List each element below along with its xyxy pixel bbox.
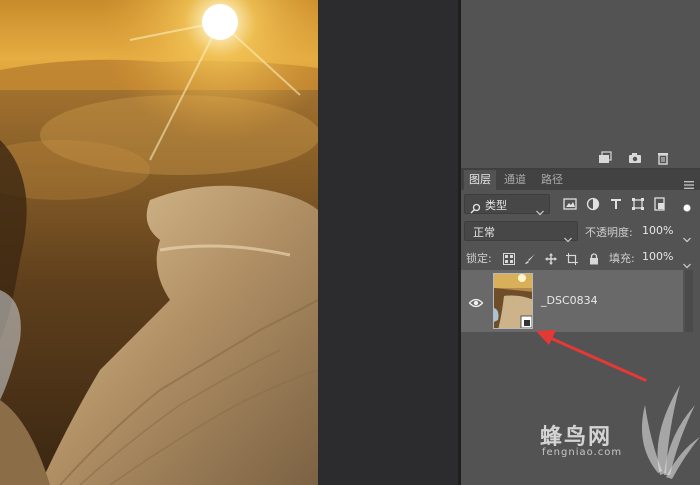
chevron-down-icon bbox=[564, 228, 572, 247]
lock-label: 锁定: bbox=[466, 252, 492, 265]
blend-mode-value: 正常 bbox=[473, 226, 495, 239]
layer-row[interactable]: _DSC0834 bbox=[461, 270, 683, 332]
tab-channels[interactable]: 通道 bbox=[499, 170, 531, 190]
chevron-down-icon bbox=[536, 201, 544, 220]
layer-thumbnail[interactable] bbox=[493, 273, 533, 329]
panel-menu-icon[interactable] bbox=[684, 175, 694, 189]
canvas-gutter bbox=[318, 0, 461, 485]
trash-icon[interactable] bbox=[656, 150, 670, 165]
blend-opacity-row: 正常 不透明度: 100% bbox=[461, 220, 700, 243]
tab-layers[interactable]: 图层 bbox=[464, 170, 496, 190]
brush-icon[interactable] bbox=[524, 250, 536, 264]
opacity-value[interactable]: 100% bbox=[642, 224, 673, 237]
shape-icon[interactable] bbox=[631, 196, 645, 210]
filter-kind-select[interactable]: 类型 bbox=[464, 194, 550, 216]
fill-value[interactable]: 100% bbox=[642, 250, 673, 263]
move-icon[interactable] bbox=[545, 250, 557, 265]
camera-icon[interactable] bbox=[628, 150, 642, 164]
layer-filter-row: 类型 bbox=[461, 193, 700, 217]
layer-name[interactable]: _DSC0834 bbox=[541, 294, 598, 307]
lock-icon[interactable] bbox=[588, 250, 600, 265]
image-icon[interactable] bbox=[563, 196, 577, 210]
blend-mode-select[interactable]: 正常 bbox=[464, 221, 578, 243]
filter-toggle-icon[interactable] bbox=[683, 197, 691, 216]
fill-label: 填充: bbox=[609, 252, 635, 265]
lock-pixels-icon[interactable] bbox=[503, 250, 515, 265]
smart-object-icon[interactable] bbox=[653, 196, 667, 211]
new-from-capture-icon[interactable] bbox=[598, 150, 612, 164]
type-icon[interactable] bbox=[609, 196, 623, 210]
upper-panel-toolbar bbox=[461, 146, 700, 168]
chevron-down-icon[interactable] bbox=[683, 228, 691, 247]
filter-kind-label: 类型 bbox=[485, 199, 507, 212]
adjustment-icon[interactable] bbox=[586, 196, 600, 211]
opacity-label: 不透明度: bbox=[585, 226, 633, 239]
watermark-url: fengniao.com bbox=[542, 447, 623, 458]
search-icon bbox=[470, 199, 481, 218]
watermark: 蜂鸟网 fengniao.com bbox=[540, 375, 700, 485]
lock-fill-row: 锁定: 填充: 100% bbox=[461, 246, 700, 269]
photo bbox=[0, 0, 318, 485]
scrollbar[interactable] bbox=[685, 270, 693, 332]
eye-icon[interactable] bbox=[468, 294, 484, 308]
document-canvas[interactable] bbox=[0, 0, 318, 485]
artboard-icon[interactable] bbox=[566, 250, 578, 265]
tab-paths[interactable]: 路径 bbox=[536, 170, 568, 190]
panel-tabs: 图层 通道 路径 bbox=[461, 170, 700, 190]
